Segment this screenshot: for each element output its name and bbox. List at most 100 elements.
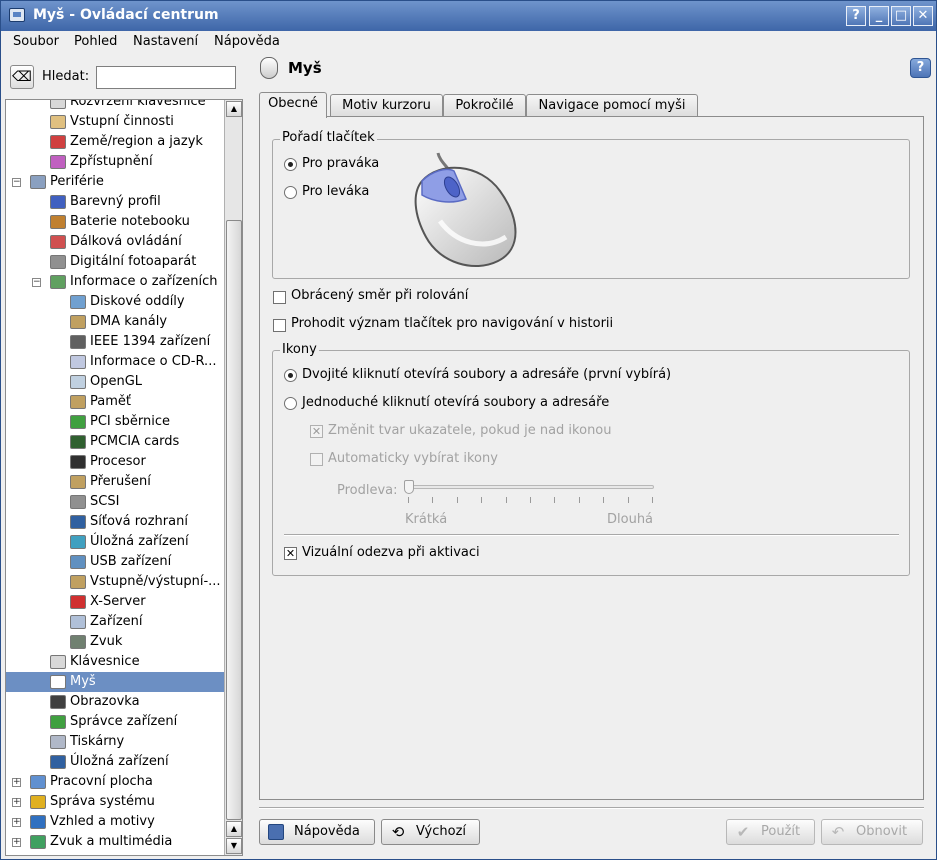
tree-item[interactable]: Vstupně/výstupní-...: [6, 572, 224, 592]
tree-item[interactable]: Vstupní činnosti: [6, 112, 224, 132]
tree-item[interactable]: Zařízení: [6, 612, 224, 632]
tree-scrollbar[interactable]: ▲ ▲ ▼: [224, 100, 242, 855]
tree-item[interactable]: Obrazovka: [6, 692, 224, 712]
delay-slider-handle[interactable]: [404, 480, 414, 494]
double-click-radio[interactable]: [284, 369, 297, 382]
expand-icon[interactable]: +: [12, 838, 21, 847]
tree-item[interactable]: PCI sběrnice: [6, 412, 224, 432]
delay-slider-track[interactable]: [406, 485, 654, 489]
tree-item[interactable]: Dálková ovládání: [6, 232, 224, 252]
tree-item-label: Vstupně/výstupní-...: [90, 574, 221, 589]
tree-item[interactable]: Úložná zařízení: [6, 752, 224, 772]
tree-item[interactable]: Procesor: [6, 452, 224, 472]
right-handed-radio[interactable]: [284, 158, 297, 171]
tree-item[interactable]: − Informace o zařízeních: [6, 272, 224, 292]
change-pointer-label[interactable]: Změnit tvar ukazatele, pokud je nad ikon…: [328, 423, 612, 438]
single-click-radio[interactable]: [284, 397, 297, 410]
reverse-scroll-label[interactable]: Obrácený směr při rolování: [291, 288, 468, 303]
collapse-icon[interactable]: −: [32, 278, 41, 287]
tree-item[interactable]: Diskové oddíly: [6, 292, 224, 312]
menu-nastaveni[interactable]: Nastavení: [133, 34, 198, 49]
tree-item[interactable]: Rozvržení klávesnice: [6, 100, 224, 112]
tab-obecne[interactable]: Obecné: [259, 92, 327, 118]
title-bar[interactable]: Myš - Ovládací centrum ? _ □ ✕: [1, 1, 936, 31]
tree-item[interactable]: Zvuk: [6, 632, 224, 652]
double-click-label[interactable]: Dvojité kliknutí otevírá soubory a adres…: [302, 367, 671, 382]
tree-item[interactable]: Přerušení: [6, 472, 224, 492]
scroll-up-button[interactable]: ▲: [226, 101, 242, 117]
tree-item[interactable]: + Pracovní plocha: [6, 772, 224, 792]
clear-search-button[interactable]: ⌫: [10, 65, 34, 89]
tree-item[interactable]: PCMCIA cards: [6, 432, 224, 452]
change-pointer-checkbox[interactable]: ✕: [310, 425, 323, 438]
tree-item[interactable]: USB zařízení: [6, 552, 224, 572]
expand-icon[interactable]: +: [12, 798, 21, 807]
tree-item[interactable]: Digitální fotoaparát: [6, 252, 224, 272]
help-button[interactable]: Nápověda: [259, 819, 375, 845]
menu-napoveda[interactable]: Nápověda: [214, 34, 280, 49]
maximize-button[interactable]: □: [891, 6, 911, 26]
expand-icon[interactable]: +: [12, 818, 21, 827]
module-tree[interactable]: Rozvržení klávesnice Vstupní činnosti Země…: [5, 99, 243, 856]
tree-item-label: Úložná zařízení: [90, 534, 189, 549]
tree-item[interactable]: + Vzhled a motivy: [6, 812, 224, 832]
tree-item[interactable]: Tiskárny: [6, 732, 224, 752]
visual-feedback-label[interactable]: Vizuální odezva při aktivaci: [302, 545, 480, 560]
close-button[interactable]: ✕: [913, 6, 933, 26]
defaults-button[interactable]: ⟲ Výchozí: [381, 819, 480, 845]
auto-select-label[interactable]: Automaticky vybírat ikony: [328, 451, 498, 466]
tree-item[interactable]: DMA kanály: [6, 312, 224, 332]
search-input[interactable]: [96, 66, 236, 89]
tree-item[interactable]: Informace o CD-R...: [6, 352, 224, 372]
visual-feedback-checkbox[interactable]: ✕: [284, 547, 297, 560]
help-button-label: Nápověda: [294, 824, 360, 839]
tree-item[interactable]: Úložná zařízení: [6, 532, 224, 552]
tree-item[interactable]: OpenGL: [6, 372, 224, 392]
reset-button[interactable]: ↶ Obnovit: [821, 819, 923, 845]
opengl-icon: [70, 375, 86, 389]
menu-soubor[interactable]: Soubor: [13, 34, 59, 49]
tree-item[interactable]: IEEE 1394 zařízení: [6, 332, 224, 352]
menu-pohled[interactable]: Pohled: [74, 34, 117, 49]
tree-item[interactable]: + Zvuk a multimédia: [6, 832, 224, 852]
tab-pokrocile[interactable]: Pokročilé: [443, 94, 526, 117]
swap-history-label[interactable]: Prohodit význam tlačítek pro navigování …: [291, 316, 613, 331]
tree-item[interactable]: Klávesnice: [6, 652, 224, 672]
tree-item-label: SCSI: [90, 494, 120, 509]
left-handed-radio[interactable]: [284, 186, 297, 199]
tree-item[interactable]: Barevný profil: [6, 192, 224, 212]
tree-item[interactable]: Paměť: [6, 392, 224, 412]
tree-item-label: Informace o CD-R...: [90, 354, 217, 369]
tree-item[interactable]: Baterie notebooku: [6, 212, 224, 232]
tree-item[interactable]: Zpřístupnění: [6, 152, 224, 172]
right-handed-label[interactable]: Pro praváka: [302, 156, 379, 171]
tree-item[interactable]: Síťová rozhraní: [6, 512, 224, 532]
tree-item[interactable]: − Periférie: [6, 172, 224, 192]
minimize-button[interactable]: _: [869, 6, 889, 26]
whats-this-help-icon[interactable]: ?: [910, 58, 931, 78]
single-click-label[interactable]: Jednoduché kliknutí otevírá soubory a ad…: [302, 395, 609, 410]
tree-item-label: Zařízení: [90, 614, 143, 629]
swap-history-checkbox[interactable]: [273, 319, 286, 332]
tree-item[interactable]: SCSI: [6, 492, 224, 512]
control-center-icon[interactable]: [9, 8, 25, 22]
tree-item[interactable]: Správce zařízení: [6, 712, 224, 732]
tree-item[interactable]: Myš: [6, 672, 224, 692]
tab-motiv-kurzoru[interactable]: Motiv kurzoru: [330, 94, 443, 117]
scroll-up-button-2[interactable]: ▲: [226, 821, 242, 837]
storage-icon: [70, 535, 86, 549]
left-handed-label[interactable]: Pro leváka: [302, 184, 369, 199]
tab-navigace[interactable]: Navigace pomocí myši: [526, 94, 698, 117]
expand-icon[interactable]: +: [12, 778, 21, 787]
scroll-down-button[interactable]: ▼: [226, 838, 242, 854]
reverse-scroll-checkbox[interactable]: [273, 291, 286, 304]
auto-select-checkbox[interactable]: [310, 453, 323, 466]
tree-item[interactable]: X-Server: [6, 592, 224, 612]
tree-item-label: Přerušení: [90, 474, 151, 489]
apply-button[interactable]: ✔ Použít: [726, 819, 815, 845]
scroll-thumb[interactable]: [226, 220, 242, 820]
help-title-button[interactable]: ?: [846, 6, 866, 26]
collapse-icon[interactable]: −: [12, 178, 21, 187]
tree-item[interactable]: Země/region a jazyk: [6, 132, 224, 152]
tree-item[interactable]: + Správa systému: [6, 792, 224, 812]
